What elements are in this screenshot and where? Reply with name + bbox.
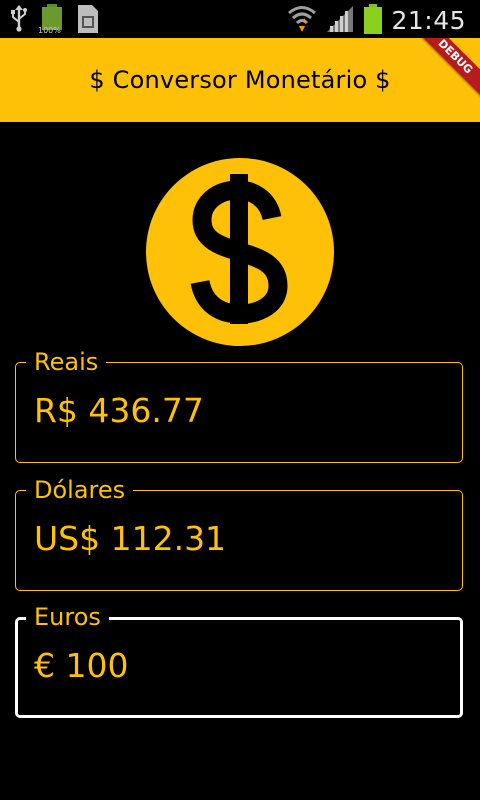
dollar-coin-icon (146, 158, 334, 346)
debug-banner: DEBUG (409, 38, 480, 103)
usb-icon (10, 4, 28, 36)
sd-card-icon (76, 4, 100, 38)
reais-field[interactable]: Reais R$ 436.77 (15, 348, 463, 463)
notification-icons: 100% (10, 4, 100, 38)
clock: 21:45 (391, 6, 466, 35)
euros-field-value[interactable]: € 100 (34, 646, 128, 686)
euros-field-label: Euros (26, 603, 109, 631)
battery-percent-label: 100% (38, 26, 61, 35)
euros-field[interactable]: Euros € 100 (15, 603, 463, 718)
dolares-field-label: Dólares (26, 476, 134, 504)
battery-charging-icon (363, 4, 383, 38)
wifi-icon (287, 4, 317, 38)
dolares-field-value[interactable]: US$ 112.31 (34, 519, 226, 559)
page-title: $ Conversor Monetário $ (89, 66, 391, 94)
system-icons: 21:45 (287, 4, 466, 38)
reais-field-label: Reais (26, 348, 107, 376)
signal-strength-icon (325, 4, 355, 38)
status-bar: 100% 21:45 (0, 0, 480, 38)
dolares-field[interactable]: Dólares US$ 112.31 (15, 476, 463, 591)
reais-field-value[interactable]: R$ 436.77 (34, 391, 204, 431)
battery-full-icon: 100% (38, 4, 66, 36)
app-bar: $ Conversor Monetário $ DEBUG (0, 38, 480, 122)
